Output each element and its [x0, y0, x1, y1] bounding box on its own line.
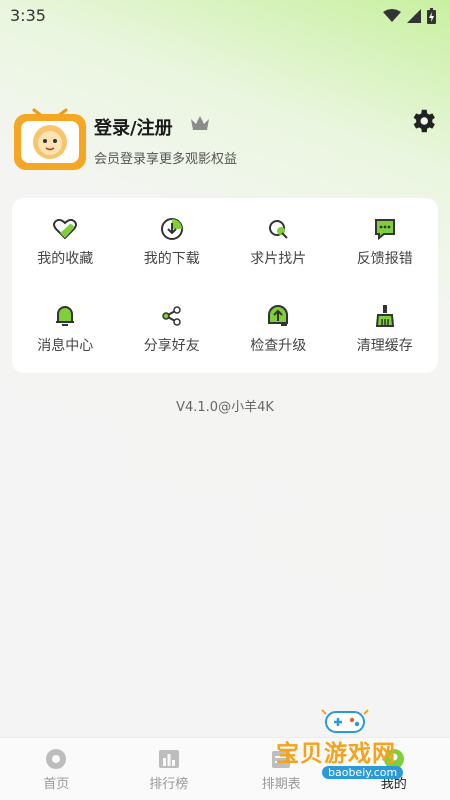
menu-label: 分享好友: [143, 338, 200, 355]
profile-subtitle: 会员登录享更多观影权益: [94, 152, 238, 167]
bell-icon: [56, 306, 75, 327]
menu-clear-cache[interactable]: 清理缓存: [332, 286, 439, 374]
share-icon: [162, 306, 181, 326]
battery-icon: [427, 8, 436, 24]
status-time: 3:35: [10, 6, 46, 25]
menu-label: 清理缓存: [356, 338, 413, 355]
search-film-icon: [269, 219, 288, 239]
function-grid-card: 我的收藏 我的下载 求片找片 反馈报错 消息中心 分享好友 检查升级 清理缓存: [12, 198, 438, 373]
avatar[interactable]: [12, 102, 88, 172]
home-icon: [46, 748, 67, 769]
status-icons: [383, 8, 436, 24]
menu-feedback[interactable]: 反馈报错: [332, 198, 439, 286]
heart-icon: [53, 218, 78, 240]
feedback-icon: [374, 218, 395, 240]
status-bar: 3:35: [0, 0, 450, 32]
version-text: V4.1.0@小羊4K: [176, 400, 274, 415]
function-grid: 我的收藏 我的下载 求片找片 反馈报错 消息中心 分享好友 检查升级 清理缓存: [12, 198, 438, 373]
tab-ranking[interactable]: 排行榜: [113, 738, 226, 800]
crown-icon: [191, 116, 209, 130]
wifi-icon: [383, 9, 401, 22]
menu-upgrade[interactable]: 检查升级: [225, 286, 332, 374]
download-icon: [160, 217, 183, 240]
tab-label: 排行榜: [149, 776, 189, 792]
menu-label: 反馈报错: [356, 250, 413, 267]
signal-icon: [407, 9, 421, 23]
menu-label: 消息中心: [37, 338, 94, 355]
menu-label: 我的收藏: [37, 250, 94, 267]
tab-home[interactable]: 首页: [0, 738, 113, 800]
profile-header[interactable]: 登录/注册 会员登录享更多观影权益: [12, 102, 438, 174]
menu-request-film[interactable]: 求片找片: [225, 198, 332, 286]
login-register-link[interactable]: 登录/注册: [94, 114, 173, 140]
menu-label: 求片找片: [250, 250, 307, 267]
ranking-icon: [158, 749, 179, 768]
gear-icon[interactable]: [408, 106, 438, 136]
menu-label: 我的下载: [143, 250, 200, 267]
tab-label: 首页: [43, 776, 70, 792]
site-watermark: 宝贝游戏网 baobeiy.com: [262, 704, 450, 788]
menu-label: 检查升级: [250, 338, 307, 355]
menu-messages[interactable]: 消息中心: [12, 286, 119, 374]
watermark-text: 宝贝游戏网: [276, 741, 396, 767]
upgrade-icon: [268, 305, 289, 327]
clean-icon: [375, 305, 394, 328]
gamepad-logo-icon: [321, 709, 369, 733]
menu-share[interactable]: 分享好友: [119, 286, 226, 374]
watermark-url: baobeiy.com: [322, 766, 404, 779]
menu-downloads[interactable]: 我的下载: [119, 198, 226, 286]
menu-favorites[interactable]: 我的收藏: [12, 198, 119, 286]
